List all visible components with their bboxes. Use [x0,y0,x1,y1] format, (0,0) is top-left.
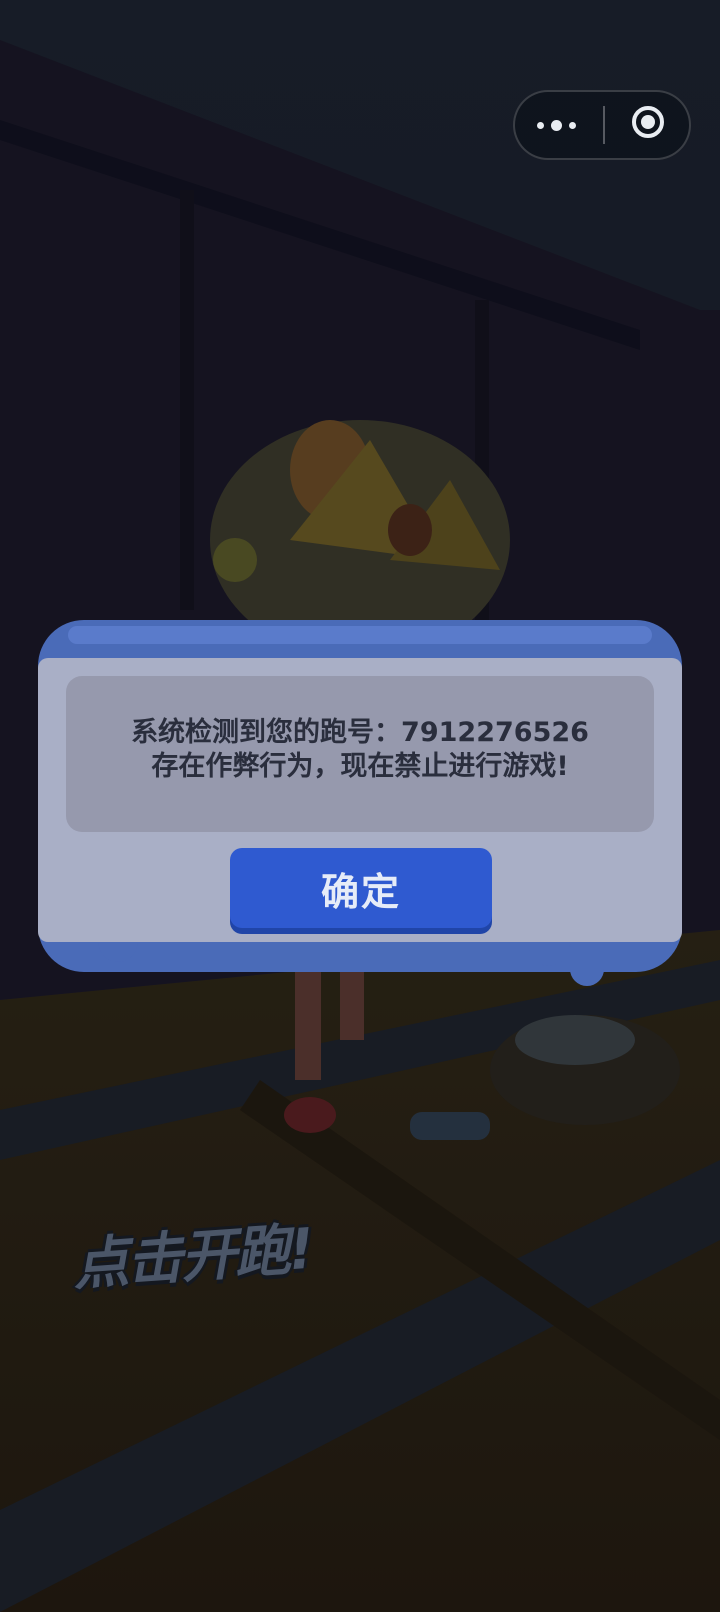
dialog-frame-highlight [68,626,652,644]
confirm-button[interactable]: 确定 [230,848,492,928]
more-button[interactable] [515,92,603,158]
cheat-warning-dialog: 系统检测到您的跑号：7912276526 存在作弊行为，现在禁止进行游戏! 确定 [38,620,682,986]
close-button[interactable] [605,92,691,158]
dialog-message: 系统检测到您的跑号：7912276526 存在作弊行为，现在禁止进行游戏! [66,716,654,784]
close-target-dot [641,115,655,129]
mini-program-capsule [513,90,691,160]
message-line-2: 存在作弊行为，现在禁止进行游戏! [151,751,569,782]
more-dots-icon [551,120,562,131]
message-line-1: 系统检测到您的跑号：7912276526 [131,717,589,748]
more-dots-icon [537,122,544,129]
more-dots-icon [569,122,576,129]
